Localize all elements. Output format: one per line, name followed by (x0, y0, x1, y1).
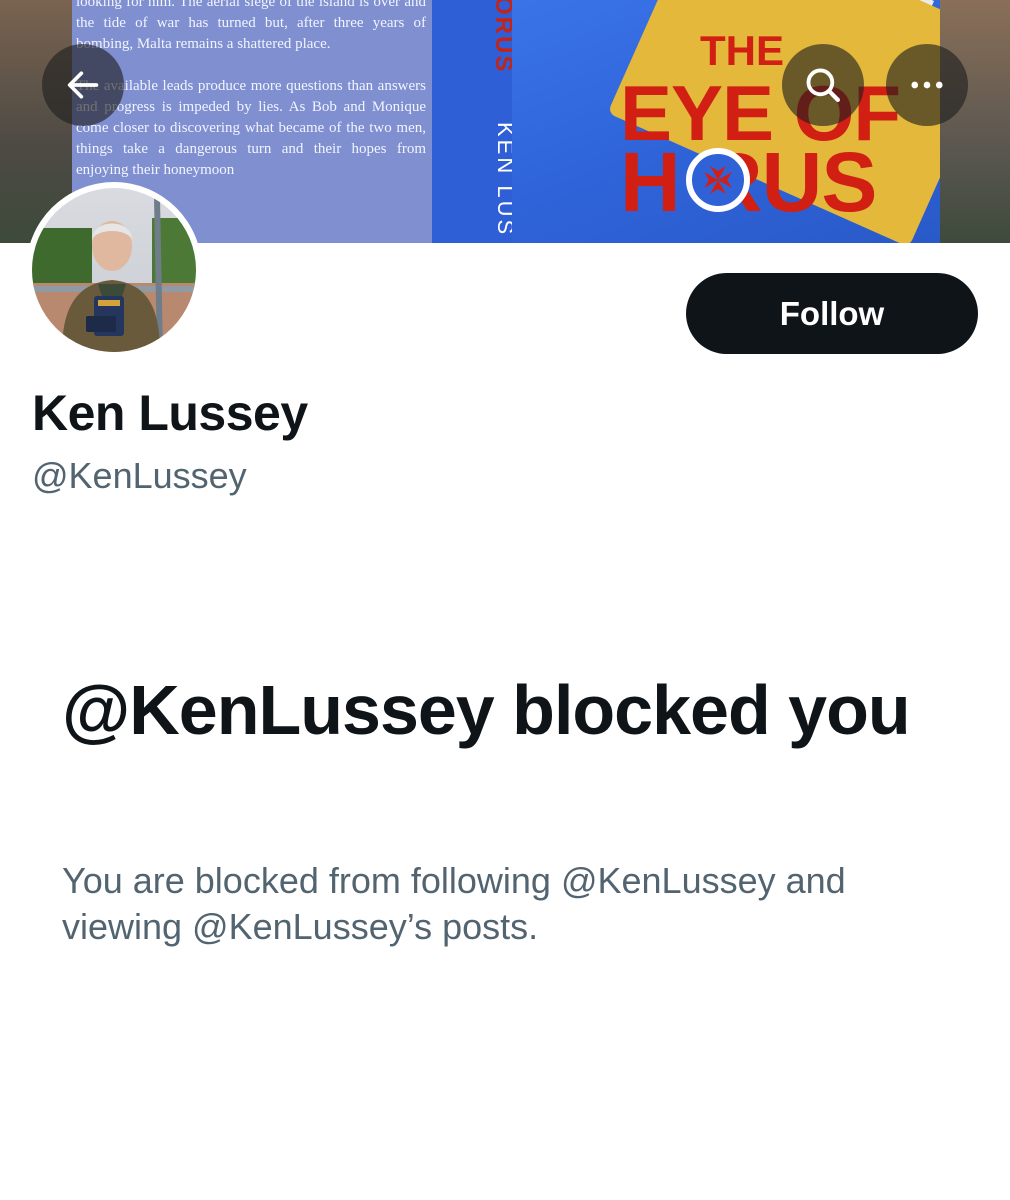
more-options-button[interactable] (886, 44, 968, 126)
follow-button[interactable]: Follow (686, 273, 978, 354)
profile-page: looking for him. The aerial siege of the… (0, 0, 1010, 1200)
back-button[interactable] (42, 44, 124, 126)
maltese-cross-icon (686, 148, 750, 212)
blocked-title: @KenLussey blocked you (62, 671, 911, 749)
banner-background-right (940, 0, 1010, 243)
profile-display-name: Ken Lussey (32, 385, 308, 441)
avatar[interactable] (26, 182, 202, 358)
more-horizontal-icon (911, 81, 943, 89)
profile-handle: @KenLussey (32, 455, 247, 496)
avatar-photo (32, 188, 196, 352)
arrow-left-icon (67, 71, 99, 99)
search-button[interactable] (782, 44, 864, 126)
blocked-description: You are blocked from following @KenLusse… (62, 860, 846, 947)
book-back-cover-text: looking for him. The aerial siege of the… (76, 0, 426, 178)
cover-title-the: THE (700, 27, 784, 74)
search-icon (806, 68, 840, 102)
